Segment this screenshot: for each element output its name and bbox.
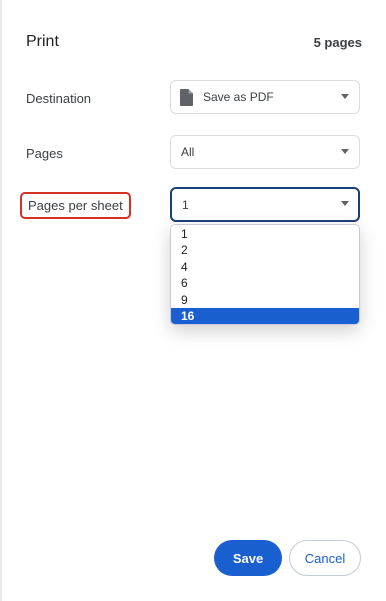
print-title: Print (26, 33, 59, 50)
destination-label: Destination (26, 91, 92, 106)
destination-select[interactable]: Save as PDF (170, 80, 360, 114)
dropdown-option[interactable]: 6 (171, 275, 359, 291)
cancel-button[interactable]: Cancel (289, 540, 361, 576)
pages-value: All (181, 145, 195, 159)
save-button[interactable]: Save (214, 540, 282, 576)
dropdown-option-highlighted[interactable]: 16 (171, 307, 359, 325)
chevron-down-icon (341, 94, 349, 99)
chevron-down-icon (341, 201, 349, 206)
document-icon (180, 88, 193, 106)
pages-per-sheet-select[interactable]: 1 (170, 187, 360, 222)
pages-select[interactable]: All (170, 135, 360, 169)
dropdown-option[interactable]: 4 (171, 259, 359, 275)
chevron-down-icon (341, 149, 349, 154)
dropdown-option[interactable]: 9 (171, 292, 359, 308)
pages-per-sheet-value: 1 (182, 197, 189, 212)
destination-value: Save as PDF (203, 90, 274, 104)
dropdown-option[interactable]: 2 (171, 242, 359, 258)
dropdown-option[interactable]: 1 (171, 226, 359, 242)
page-count: 5 pages (313, 35, 362, 50)
pages-per-sheet-dropdown: 1 2 4 6 9 16 (170, 224, 360, 326)
panel-left-border (0, 0, 2, 601)
pages-per-sheet-label: Pages per sheet (20, 192, 131, 219)
pages-label: Pages (26, 146, 63, 161)
